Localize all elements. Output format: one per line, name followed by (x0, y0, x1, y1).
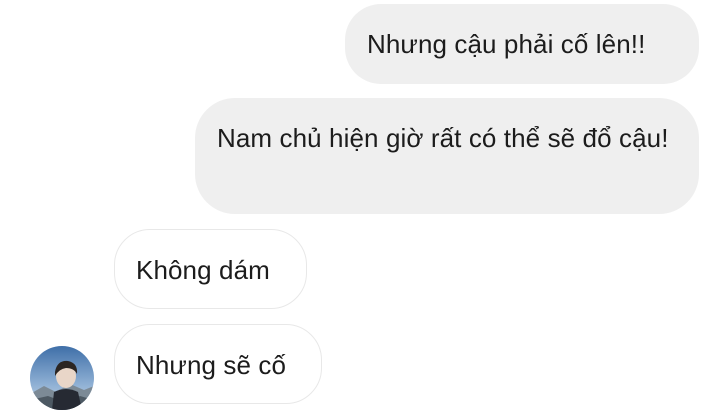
user-avatar-photo-icon (30, 346, 94, 410)
message-text: Nhưng sẽ cố (136, 350, 287, 380)
message-bubble-received[interactable]: Nhưng sẽ cố (114, 324, 322, 404)
message-text: Không dám (136, 255, 270, 285)
avatar[interactable] (30, 346, 94, 410)
message-bubble-sent[interactable]: Nam chủ hiện giờ rất có thể sẽ đổ cậu! (195, 98, 699, 214)
message-bubble-sent[interactable]: Nhưng cậu phải cố lên!! (345, 4, 699, 84)
message-bubble-received[interactable]: Không dám (114, 229, 307, 309)
message-text: Nam chủ hiện giờ rất có thể sẽ đổ cậu! (217, 123, 669, 153)
message-text: Nhưng cậu phải cố lên!! (367, 29, 646, 59)
chat-thread: Nhưng cậu phải cố lên!! Nam chủ hiện giờ… (0, 0, 720, 419)
